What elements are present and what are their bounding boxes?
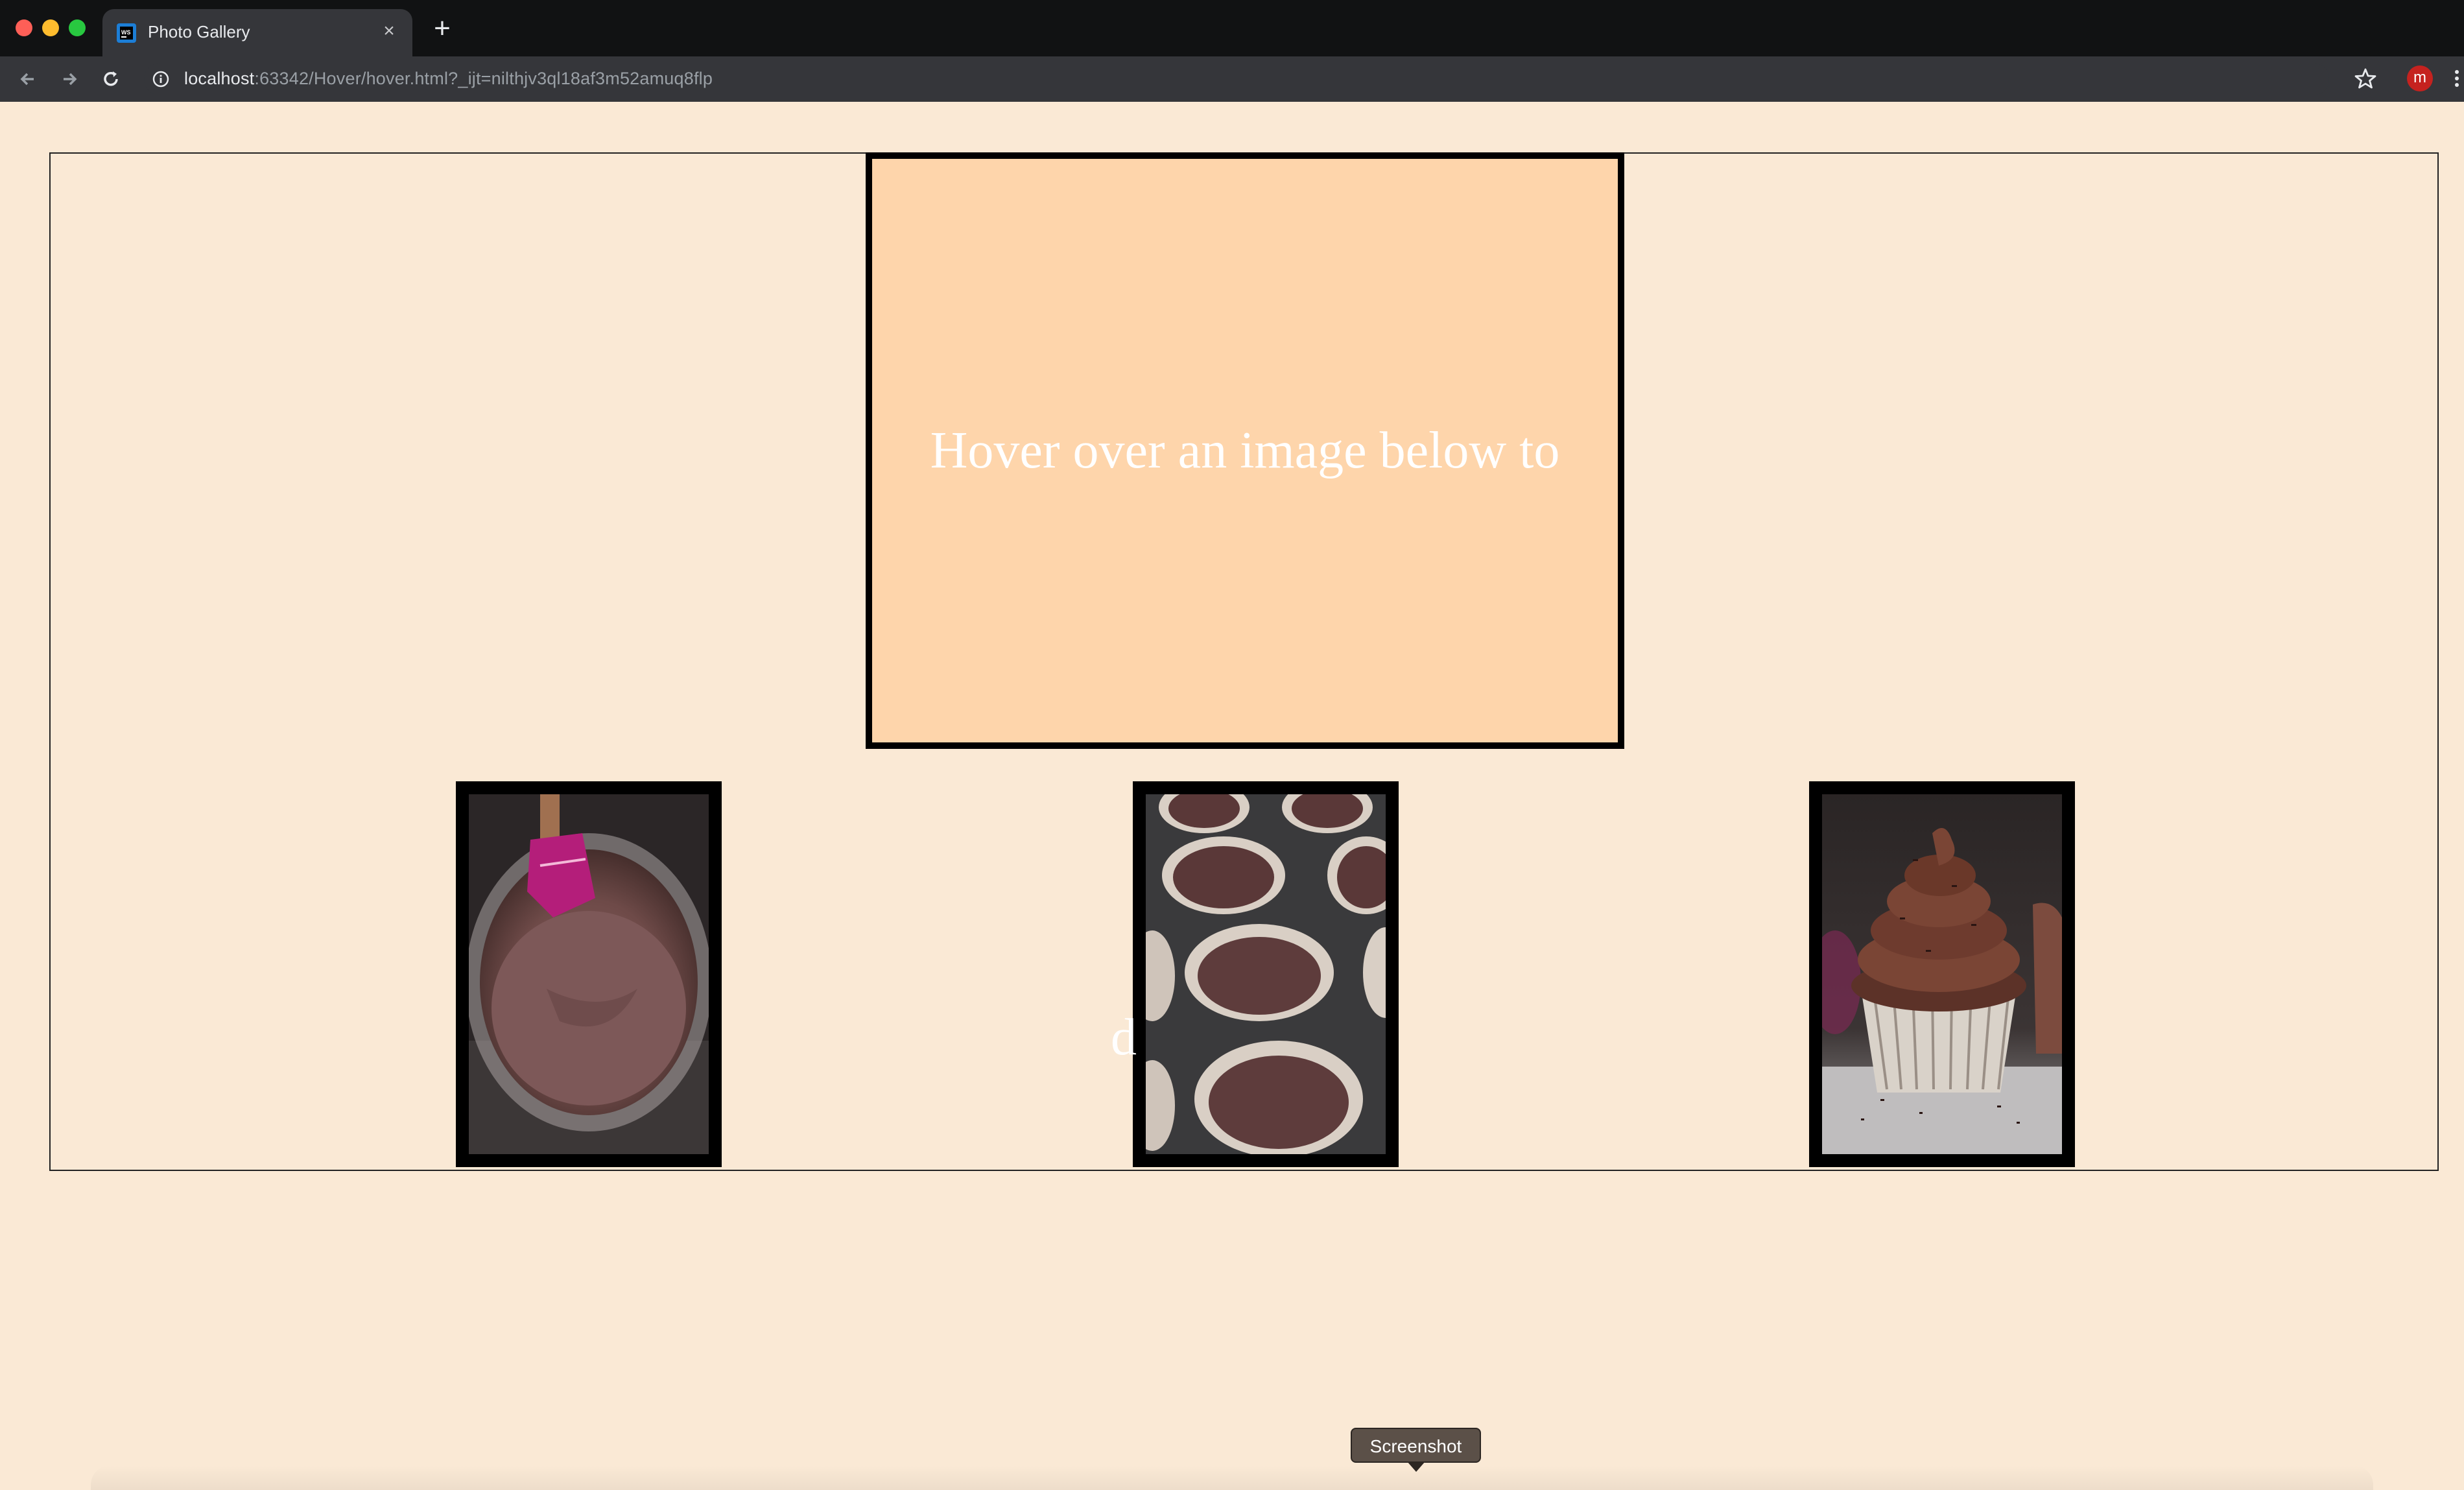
svg-text:WS: WS — [121, 29, 131, 36]
window-close-button[interactable] — [16, 19, 32, 36]
gallery-image-cupcake-tin[interactable] — [1133, 781, 1399, 1167]
url-host: localhost — [184, 69, 255, 88]
url-text: localhost:63342/Hover/hover.html?_ijt=ni… — [184, 69, 713, 89]
gallery-image-batter-bowl[interactable] — [456, 781, 722, 1167]
browser-title-bar: WS Photo Gallery × + — [0, 0, 2464, 56]
dock-area — [91, 1465, 2373, 1490]
close-icon[interactable]: × — [377, 19, 401, 43]
avatar[interactable]: m — [2407, 65, 2433, 91]
star-icon[interactable] — [2352, 65, 2378, 91]
overflow-caption-text: d — [1111, 1009, 1137, 1066]
kebab-menu-icon[interactable] — [2452, 65, 2461, 91]
browser-tab[interactable]: WS Photo Gallery × — [102, 9, 412, 56]
tab-title: Photo Gallery — [148, 22, 250, 41]
info-icon[interactable] — [152, 70, 170, 88]
window-zoom-button[interactable] — [69, 19, 86, 36]
plus-icon[interactable]: + — [431, 14, 454, 43]
url-path: :63342/Hover/hover.html?_ijt=nilthjv3ql1… — [254, 69, 713, 88]
forward-arrow-icon[interactable] — [56, 65, 83, 93]
tooltip-arrow — [1407, 1461, 1425, 1472]
image-preview-box: Hover over an image below to — [866, 152, 1624, 749]
frosted-cupcake-photo — [1822, 794, 2062, 1154]
chocolate-batter-photo — [469, 794, 709, 1154]
gallery-image-frosted-cupcake[interactable] — [1809, 781, 2075, 1167]
reload-icon[interactable] — [97, 65, 124, 93]
back-arrow-icon[interactable] — [14, 65, 41, 93]
window-minimize-button[interactable] — [42, 19, 59, 36]
preview-caption: Hover over an image below to — [930, 422, 1560, 479]
cupcake-liners-photo — [1146, 794, 1386, 1154]
webstorm-icon: WS — [117, 23, 136, 43]
screenshot-tooltip: Screenshot — [1351, 1428, 1481, 1463]
browser-toolbar: localhost:63342/Hover/hover.html?_ijt=ni… — [0, 56, 2464, 102]
address-bar[interactable]: localhost:63342/Hover/hover.html?_ijt=ni… — [144, 63, 2329, 95]
